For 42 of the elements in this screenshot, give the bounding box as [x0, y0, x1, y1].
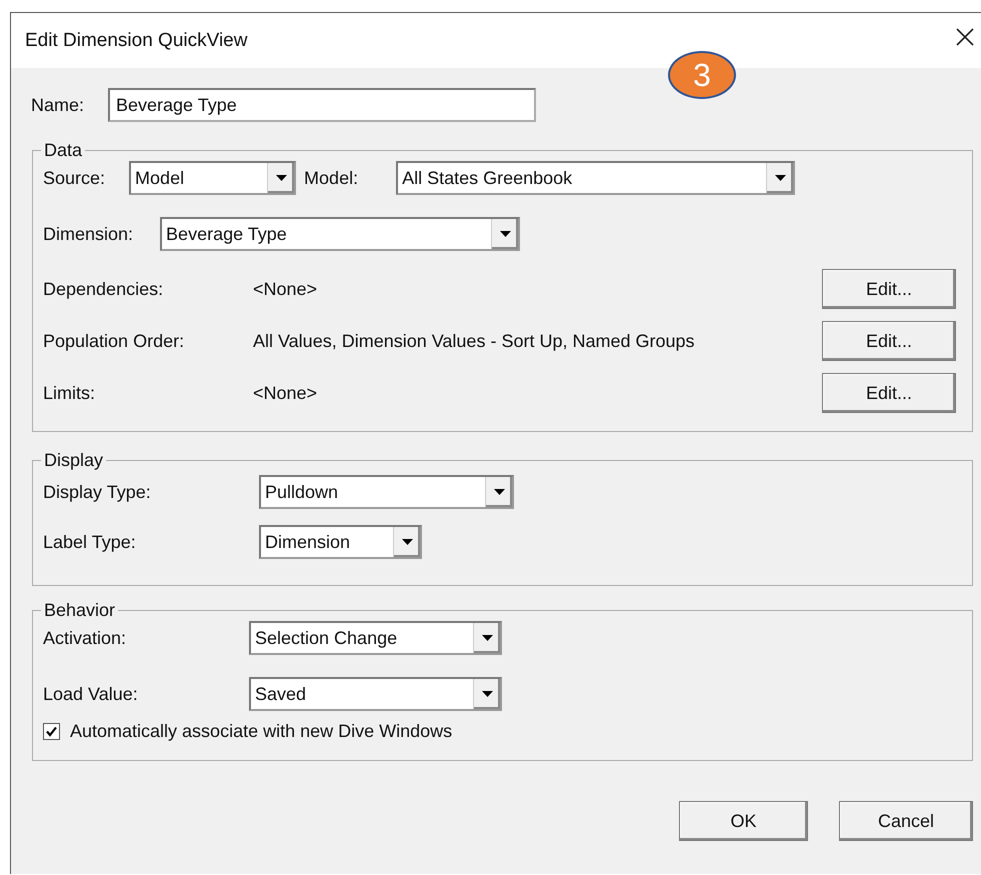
window-title: Edit Dimension QuickView	[25, 30, 248, 52]
caret-icon	[500, 231, 511, 237]
step-badge: 3	[668, 51, 736, 99]
group-title: Display	[43, 450, 104, 471]
field-label: Population Order:	[43, 330, 186, 352]
dropdown[interactable]: Model	[129, 161, 296, 195]
edit-button[interactable]: Edit...	[822, 321, 956, 361]
field-label: Source:	[43, 168, 106, 188]
name-field[interactable]: Beverage Type	[108, 88, 536, 122]
cancel-button[interactable]: Cancel	[839, 801, 973, 841]
field-value: <None>	[253, 382, 318, 404]
edit-button[interactable]: Edit...	[822, 373, 956, 413]
group-title: Data	[43, 140, 84, 161]
checkbox[interactable]	[43, 723, 60, 740]
group-title: Behavior	[43, 600, 116, 621]
caret-icon	[774, 175, 786, 181]
field-label: Load Value:	[43, 684, 139, 704]
field-value: All Values, Dimension Values - Sort Up, Named Groups	[253, 330, 695, 352]
dropdown[interactable]: Dimension	[259, 525, 422, 559]
field-value: <None>	[253, 278, 318, 300]
close-icon[interactable]	[955, 26, 975, 46]
field-label: Dependencies:	[43, 278, 164, 300]
dropdown[interactable]: Saved	[249, 677, 502, 711]
ok-button[interactable]: OK	[679, 801, 808, 841]
dropdown[interactable]: Pulldown	[259, 475, 514, 509]
field-label: Activation:	[43, 628, 128, 648]
field-label: Limits:	[43, 382, 96, 404]
dropdown[interactable]: Beverage Type	[160, 217, 520, 251]
caret-icon	[482, 691, 492, 697]
caret-icon	[276, 175, 287, 181]
field-label: Dimension:	[43, 224, 134, 244]
edit-button[interactable]: Edit...	[822, 269, 956, 309]
caret-icon	[494, 489, 504, 495]
caret-icon	[402, 539, 412, 545]
dropdown[interactable]: All States Greenbook	[396, 161, 796, 195]
name-label: Name:	[31, 94, 84, 116]
caret-icon	[482, 635, 492, 641]
dropdown[interactable]: Selection Change	[249, 621, 502, 655]
checkbox-label: Automatically associate with new Dive Windows	[70, 721, 452, 742]
field-label: Model:	[304, 168, 358, 188]
field-label: Label Type:	[43, 532, 137, 552]
field-label: Display Type:	[43, 482, 152, 502]
